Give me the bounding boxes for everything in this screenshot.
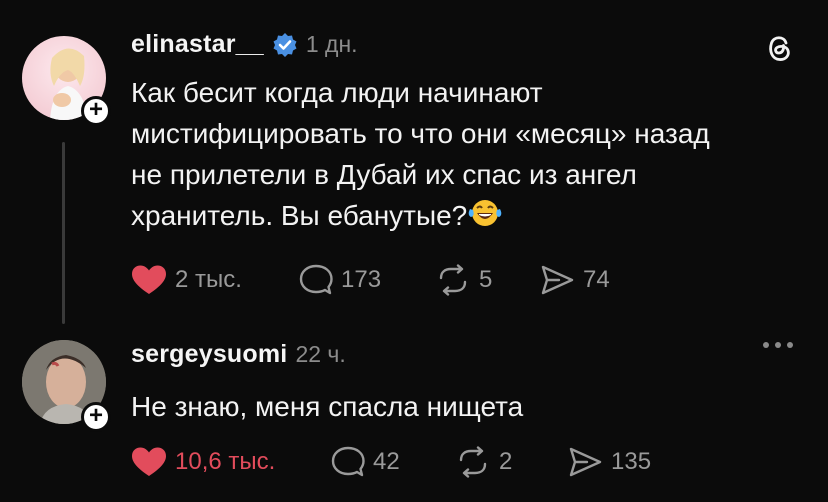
share-icon [569,447,602,477]
username[interactable]: elinastar__ [131,30,264,59]
heart-icon [132,447,166,476]
post-elinastar: + elinastar__ 1 дн. Как бесит когда люди… [0,0,828,330]
post-text-line: Не знаю, меня спасла нищета [131,391,524,422]
more-options-icon[interactable] [763,342,793,348]
username[interactable]: sergeysuomi [131,340,287,369]
share-count: 135 [611,448,652,475]
post-text: Как бесит когда люди начинают мистифицир… [131,72,791,236]
post-text-line: мистифицировать то что они «месяц» назад [131,118,710,149]
comment-icon [331,446,365,477]
comment-button[interactable]: 42 [331,446,455,478]
follow-plus-icon[interactable]: + [81,96,111,126]
repost-button[interactable]: 5 [435,264,539,296]
comment-button[interactable]: 173 [299,264,435,296]
repost-count: 5 [479,266,493,293]
share-button[interactable]: 135 [567,446,651,478]
post-actions: 10,6 тыс. 42 2 135 [131,446,651,478]
like-button[interactable]: 2 тыс. [131,264,299,296]
post-header: elinastar__ 1 дн. [131,30,358,59]
threads-logo-icon[interactable] [762,30,796,64]
share-button[interactable]: 74 [539,264,610,296]
follow-plus-icon[interactable]: + [81,402,111,432]
comment-icon [299,264,333,295]
post-text-line: не прилетели в Дубай их спас из ангел [131,159,637,190]
post-text-line: Как бесит когда люди начинают [131,77,543,108]
post-header: sergeysuomi 22 ч. [131,340,346,369]
post-actions: 2 тыс. 173 5 74 [131,264,610,296]
thread-line [62,142,65,324]
post-time: 22 ч. [295,341,346,367]
repost-count: 2 [499,448,513,475]
like-button[interactable]: 10,6 тыс. [131,446,331,478]
laughing-crying-emoji-icon [468,200,502,226]
like-count: 10,6 тыс. [175,448,276,475]
repost-icon [439,264,467,296]
comment-count: 173 [341,266,382,293]
post-text-line: хранитель. Вы ебанутые? [131,200,468,231]
heart-icon [132,265,166,294]
post-sergeysuomi: + sergeysuomi 22 ч. Не знаю, меня спасла… [0,330,828,502]
repost-icon [459,446,487,478]
comment-count: 42 [373,448,400,475]
like-count: 2 тыс. [175,266,242,293]
share-icon [541,265,574,295]
share-count: 74 [583,266,610,293]
repost-button[interactable]: 2 [455,446,567,478]
post-text: Не знаю, меня спасла нищета [131,386,791,427]
post-time: 1 дн. [305,31,358,57]
verified-badge-icon [273,32,297,57]
